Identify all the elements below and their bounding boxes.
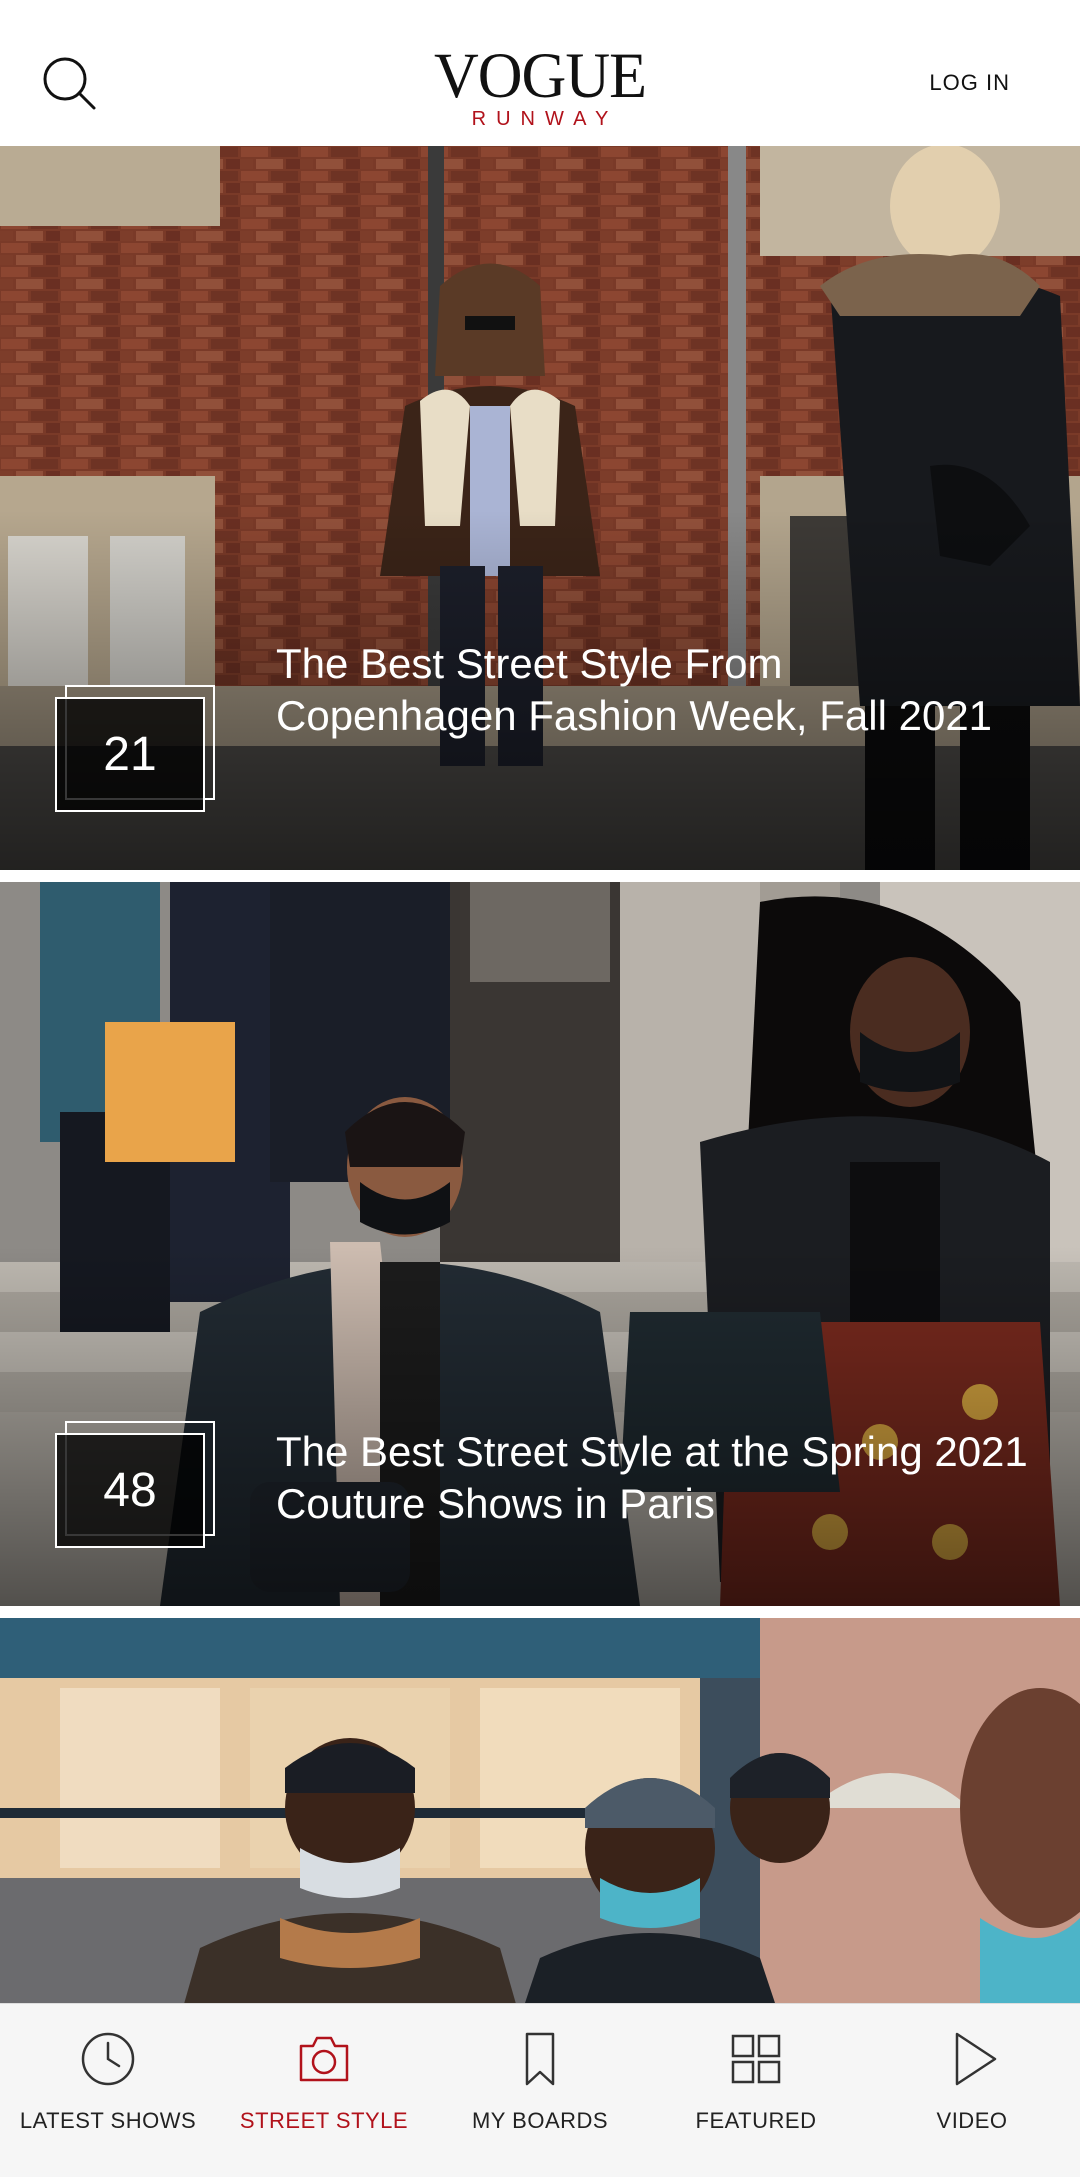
- photo-count-badge: 21: [55, 685, 215, 812]
- photo-count-badge: 48: [55, 1421, 215, 1548]
- grid-icon: [731, 2034, 781, 2084]
- bottom-nav: LATEST SHOWS STREET STYLE MY BOARDS FEAT…: [0, 2003, 1080, 2177]
- nav-label-my-boards: MY BOARDS: [471, 2108, 609, 2133]
- bookmark-icon: [525, 2032, 555, 2086]
- nav-label-latest-shows: LATEST SHOWS: [19, 2108, 197, 2133]
- nav-street-style[interactable]: STREET STYLE: [216, 2004, 432, 2177]
- gallery-card[interactable]: [0, 1618, 1080, 2018]
- nav-featured[interactable]: FEATURED: [648, 2004, 864, 2177]
- play-icon: [955, 2032, 997, 2086]
- app-root: VOGUE RUNWAY LOG IN 21 The Best Street S…: [0, 0, 1080, 2177]
- photo-count: 48: [55, 1433, 205, 1548]
- gallery-card-title[interactable]: The Best Street Style From Copenhagen Fa…: [276, 638, 1030, 742]
- nav-video[interactable]: VIDEO: [864, 2004, 1080, 2177]
- photo-count: 21: [55, 697, 205, 812]
- logo-vogue-text: VOGUE: [434, 40, 647, 112]
- camera-icon: [299, 2036, 349, 2082]
- clock-icon: [81, 2032, 135, 2086]
- nav-my-boards[interactable]: MY BOARDS: [432, 2004, 648, 2177]
- nav-latest-shows[interactable]: LATEST SHOWS: [0, 2004, 216, 2177]
- street-style-feed: 21 The Best Street Style From Copenhagen…: [0, 146, 1080, 2018]
- gallery-card-photo: [0, 1618, 1080, 2018]
- login-button[interactable]: LOG IN: [929, 70, 1010, 96]
- vogue-runway-logo[interactable]: VOGUE RUNWAY: [0, 40, 1080, 132]
- nav-label-video: VIDEO: [936, 2108, 1008, 2133]
- gallery-card[interactable]: 21 The Best Street Style From Copenhagen…: [0, 146, 1080, 870]
- gallery-card-title[interactable]: The Best Street Style at the Spring 2021…: [276, 1426, 1030, 1530]
- nav-label-street-style: STREET STYLE: [239, 2108, 409, 2133]
- top-header: VOGUE RUNWAY LOG IN: [0, 0, 1080, 146]
- nav-label-featured: FEATURED: [695, 2108, 817, 2133]
- gallery-card[interactable]: 48 The Best Street Style at the Spring 2…: [0, 882, 1080, 1606]
